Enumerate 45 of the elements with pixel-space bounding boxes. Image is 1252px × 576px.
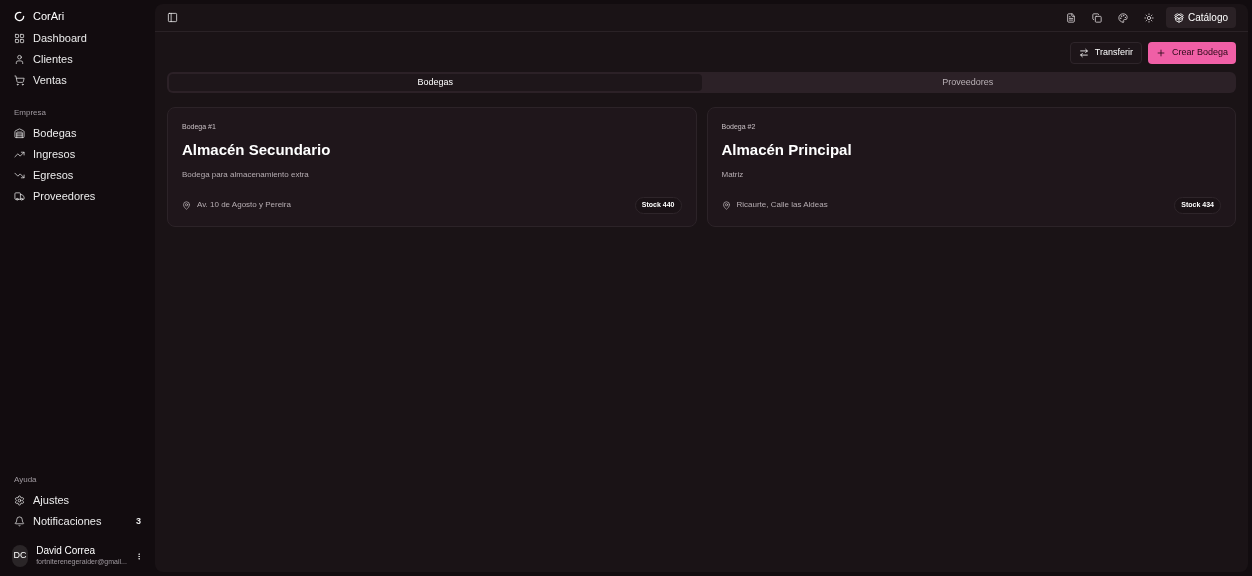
plus-icon	[1155, 48, 1166, 58]
logo-icon	[14, 10, 25, 22]
user-name: David Correa	[36, 545, 97, 558]
location-pin-icon	[182, 200, 191, 210]
warehouse-address: Ricaurte, Calle las Aldeas	[736, 199, 829, 212]
sidebar-item[interactable]: Egresos	[6, 165, 149, 186]
avatar: DC	[12, 545, 29, 567]
trend-up-icon	[14, 149, 25, 160]
section-title: Empresa	[13, 107, 47, 119]
grid-icon	[14, 33, 25, 44]
warehouse-description: Matriz	[721, 169, 745, 181]
copy-icon[interactable]	[1091, 12, 1102, 23]
package-icon	[1173, 12, 1184, 23]
user-icon	[14, 54, 25, 65]
location-pin-icon	[721, 200, 731, 210]
cart-icon	[14, 75, 25, 86]
warehouse-name: Almacén Secundario	[182, 139, 332, 160]
sidebar-item[interactable]: Ajustes	[6, 490, 149, 511]
warehouse-description: Bodega para almacenamiento extra	[182, 169, 310, 181]
section-title: Ayuda	[13, 474, 38, 486]
swap-icon	[1078, 48, 1089, 58]
catalog-button[interactable]: Catálogo	[1165, 7, 1236, 28]
sidebar-item[interactable]: Dashboard	[6, 28, 149, 49]
warehouse-name: Almacén Principal	[721, 139, 853, 160]
truck-icon	[14, 191, 25, 202]
warehouse-icon	[14, 128, 25, 139]
sidebar-item[interactable]: Clientes	[6, 49, 149, 70]
sidebar-item[interactable]: Ingresos	[6, 144, 149, 165]
sidebar-item[interactable]: Bodegas	[6, 123, 149, 144]
sidebar-item[interactable]: Ventas	[6, 70, 149, 91]
sidebar-item[interactable]: Notificaciones 3	[6, 511, 149, 532]
sun-icon[interactable]	[1143, 12, 1154, 23]
brand-name: CorAri	[33, 8, 65, 24]
sidebar-toggle-icon[interactable]	[167, 12, 178, 23]
tab[interactable]: Bodegas	[169, 74, 702, 91]
palette-icon[interactable]	[1117, 12, 1128, 23]
trend-down-icon	[14, 170, 25, 181]
tab[interactable]: Proveedores	[701, 74, 1234, 91]
transfer-button[interactable]: Transferir	[1069, 42, 1142, 64]
bell-icon	[14, 516, 25, 527]
sidebar-item[interactable]: Proveedores	[6, 186, 149, 207]
document-icon[interactable]	[1065, 12, 1076, 23]
warehouse-address: Av. 10 de Agosto y Pereira	[197, 199, 292, 212]
settings-icon	[14, 495, 25, 506]
create-button[interactable]: Crear Bodega	[1147, 42, 1236, 64]
